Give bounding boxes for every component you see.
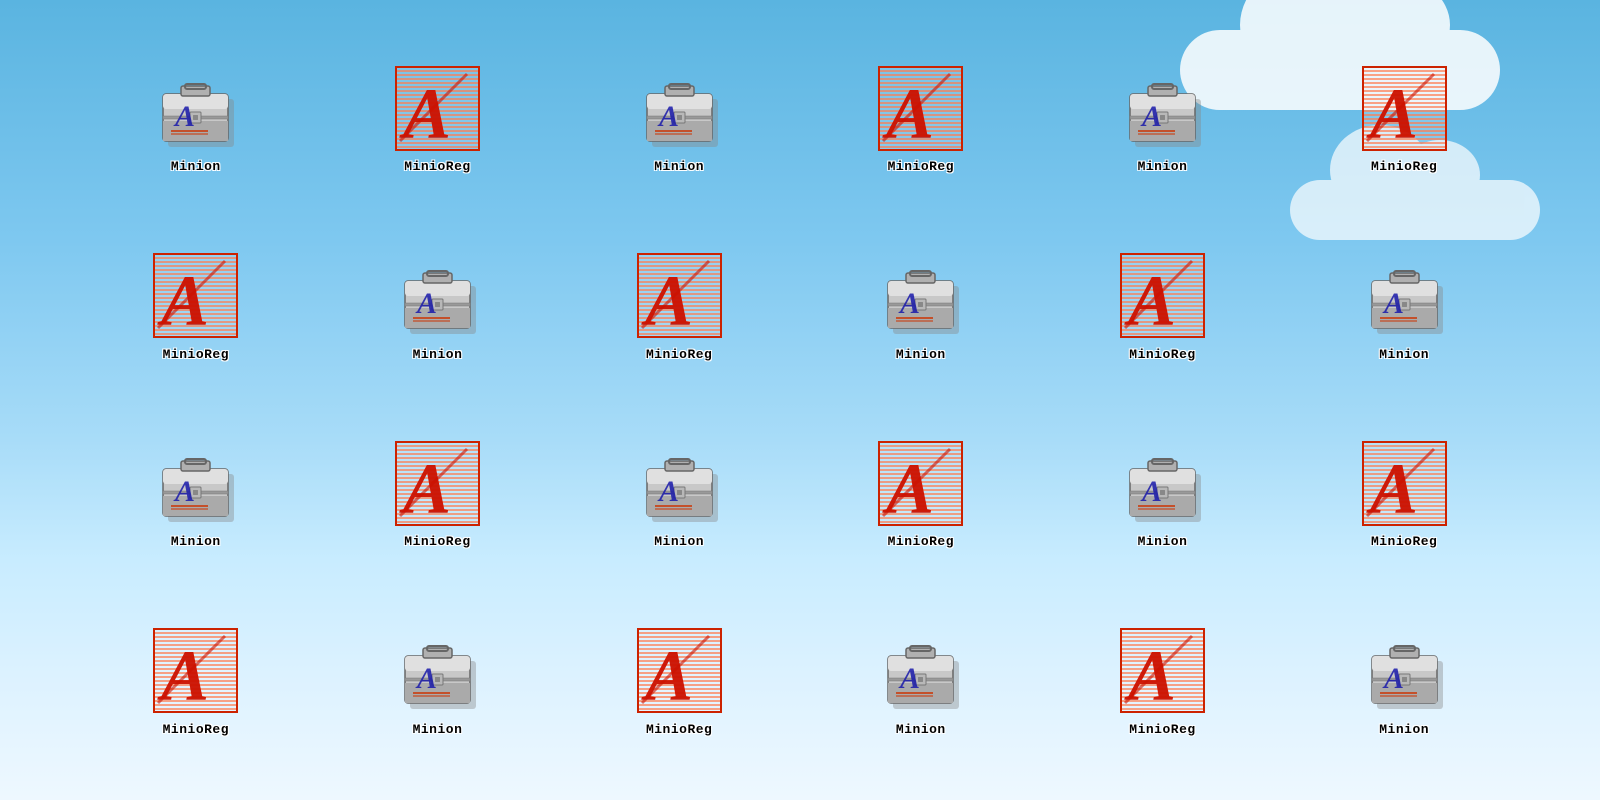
fonta-icon: A bbox=[1359, 63, 1449, 153]
minioreg-icon-item[interactable]: A MinioReg bbox=[1047, 218, 1279, 396]
briefcase-icon: A bbox=[634, 63, 724, 153]
minion-icon-item[interactable]: A Minion bbox=[563, 30, 795, 208]
minion-icon-item[interactable]: A Minion bbox=[1288, 218, 1520, 396]
svg-text:A: A bbox=[641, 261, 693, 338]
icon-label: Minion bbox=[171, 534, 221, 549]
icon-label: Minion bbox=[1379, 722, 1429, 737]
svg-text:A: A bbox=[173, 100, 195, 133]
svg-text:A: A bbox=[1382, 662, 1404, 695]
icon-label: Minion bbox=[413, 347, 463, 362]
minion-icon-item[interactable]: A Minion bbox=[1288, 593, 1520, 771]
icon-label: MinioReg bbox=[163, 722, 229, 737]
briefcase-icon: A bbox=[392, 251, 482, 341]
minion-icon-item[interactable]: A Minion bbox=[80, 30, 312, 208]
minioreg-icon-item[interactable]: A MinioReg bbox=[563, 218, 795, 396]
icon-label: MinioReg bbox=[888, 534, 954, 549]
minion-icon-item[interactable]: A Minion bbox=[322, 593, 554, 771]
fonta-icon: A bbox=[151, 626, 241, 716]
icon-label: Minion bbox=[171, 159, 221, 174]
minioreg-icon-item[interactable]: A MinioReg bbox=[1288, 30, 1520, 208]
icon-label: MinioReg bbox=[404, 534, 470, 549]
svg-text:A: A bbox=[173, 475, 195, 508]
icon-label: MinioReg bbox=[646, 722, 712, 737]
briefcase-icon: A bbox=[1117, 63, 1207, 153]
svg-text:A: A bbox=[898, 287, 920, 320]
minion-icon-item[interactable]: A Minion bbox=[322, 218, 554, 396]
briefcase-icon: A bbox=[151, 63, 241, 153]
svg-text:A: A bbox=[898, 662, 920, 695]
briefcase-icon: A bbox=[876, 626, 966, 716]
svg-text:A: A bbox=[1124, 261, 1176, 338]
svg-text:A: A bbox=[415, 662, 437, 695]
minioreg-icon-item[interactable]: A MinioReg bbox=[80, 593, 312, 771]
minion-icon-item[interactable]: A Minion bbox=[563, 405, 795, 583]
svg-text:A: A bbox=[1382, 287, 1404, 320]
briefcase-icon: A bbox=[634, 438, 724, 528]
minion-icon-item[interactable]: A Minion bbox=[1047, 30, 1279, 208]
icon-label: MinioReg bbox=[1129, 347, 1195, 362]
minioreg-icon-item[interactable]: A MinioReg bbox=[563, 593, 795, 771]
minioreg-icon-item[interactable]: A MinioReg bbox=[805, 405, 1037, 583]
briefcase-icon: A bbox=[1359, 626, 1449, 716]
svg-text:A: A bbox=[1140, 475, 1162, 508]
fonta-icon: A bbox=[1359, 438, 1449, 528]
icon-label: MinioReg bbox=[1371, 534, 1437, 549]
minion-icon-item[interactable]: A Minion bbox=[805, 218, 1037, 396]
minioreg-icon-item[interactable]: A MinioReg bbox=[80, 218, 312, 396]
minioreg-icon-item[interactable]: A MinioReg bbox=[322, 30, 554, 208]
briefcase-icon: A bbox=[1359, 251, 1449, 341]
icon-label: MinioReg bbox=[404, 159, 470, 174]
fonta-icon: A bbox=[151, 251, 241, 341]
briefcase-icon: A bbox=[392, 626, 482, 716]
icon-label: MinioReg bbox=[888, 159, 954, 174]
icon-label: Minion bbox=[654, 534, 704, 549]
icon-label: Minion bbox=[1379, 347, 1429, 362]
svg-text:A: A bbox=[641, 636, 693, 713]
svg-text:A: A bbox=[1366, 449, 1418, 526]
icon-label: Minion bbox=[413, 722, 463, 737]
icon-label: Minion bbox=[896, 722, 946, 737]
icon-label: MinioReg bbox=[1371, 159, 1437, 174]
svg-text:A: A bbox=[157, 261, 209, 338]
minion-icon-item[interactable]: A Minion bbox=[80, 405, 312, 583]
svg-text:A: A bbox=[657, 475, 679, 508]
minioreg-icon-item[interactable]: A MinioReg bbox=[322, 405, 554, 583]
svg-text:A: A bbox=[1140, 100, 1162, 133]
svg-text:A: A bbox=[1124, 636, 1176, 713]
fonta-icon: A bbox=[1117, 251, 1207, 341]
minioreg-icon-item[interactable]: A MinioReg bbox=[1047, 593, 1279, 771]
svg-text:A: A bbox=[399, 74, 451, 151]
icon-label: Minion bbox=[654, 159, 704, 174]
icon-label: MinioReg bbox=[163, 347, 229, 362]
svg-text:A: A bbox=[882, 74, 934, 151]
briefcase-icon: A bbox=[1117, 438, 1207, 528]
svg-text:A: A bbox=[1366, 74, 1418, 151]
minion-icon-item[interactable]: A Minion bbox=[1047, 405, 1279, 583]
minioreg-icon-item[interactable]: A MinioReg bbox=[1288, 405, 1520, 583]
icon-label: MinioReg bbox=[646, 347, 712, 362]
fonta-icon: A bbox=[392, 438, 482, 528]
fonta-icon: A bbox=[634, 626, 724, 716]
minion-icon-item[interactable]: A Minion bbox=[805, 593, 1037, 771]
icon-label: MinioReg bbox=[1129, 722, 1195, 737]
fonta-icon: A bbox=[392, 63, 482, 153]
svg-text:A: A bbox=[415, 287, 437, 320]
svg-text:A: A bbox=[157, 636, 209, 713]
fonta-icon: A bbox=[634, 251, 724, 341]
briefcase-icon: A bbox=[151, 438, 241, 528]
briefcase-icon: A bbox=[876, 251, 966, 341]
icon-label: Minion bbox=[1138, 534, 1188, 549]
svg-text:A: A bbox=[399, 449, 451, 526]
minioreg-icon-item[interactable]: A MinioReg bbox=[805, 30, 1037, 208]
fonta-icon: A bbox=[1117, 626, 1207, 716]
icon-label: Minion bbox=[1138, 159, 1188, 174]
svg-text:A: A bbox=[657, 100, 679, 133]
svg-text:A: A bbox=[882, 449, 934, 526]
icon-label: Minion bbox=[896, 347, 946, 362]
desktop-grid: A Minion A MinioReg A Mini bbox=[0, 0, 1600, 800]
fonta-icon: A bbox=[876, 438, 966, 528]
fonta-icon: A bbox=[876, 63, 966, 153]
